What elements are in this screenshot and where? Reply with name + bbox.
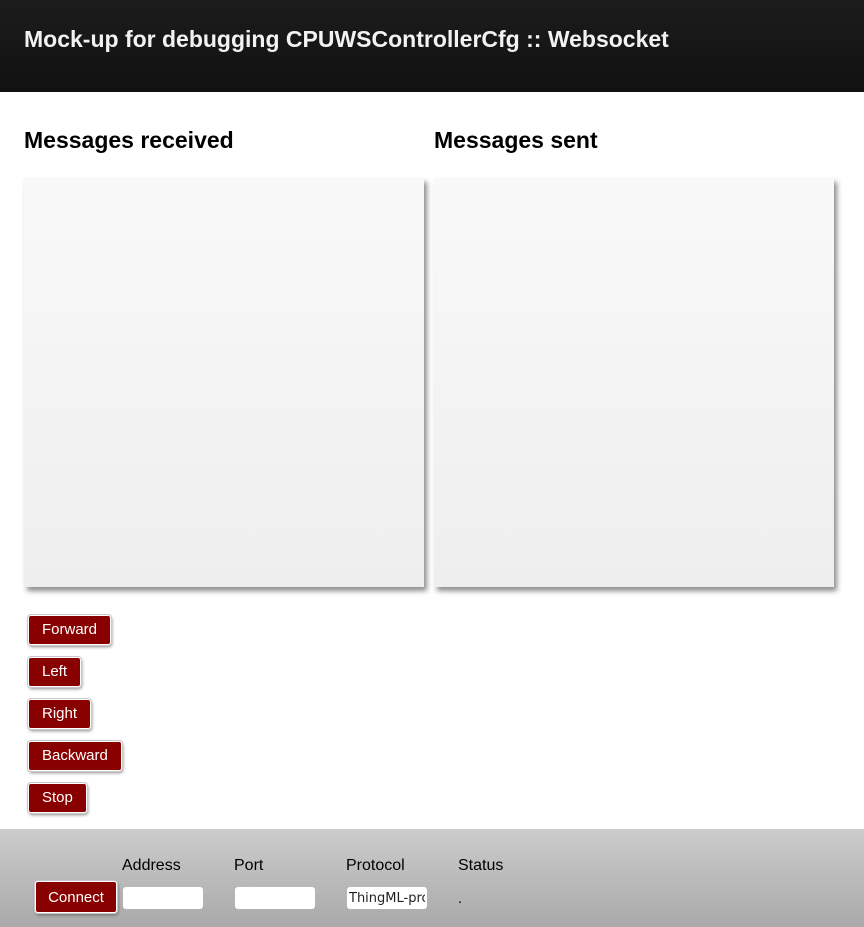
port-label: Port xyxy=(234,857,264,874)
messages-sent-title: Messages sent xyxy=(434,127,598,153)
backward-button[interactable]: Backward xyxy=(28,741,122,771)
page-title: Mock-up for debugging CPUWSControllerCfg… xyxy=(24,26,669,52)
stop-button[interactable]: Stop xyxy=(28,783,87,813)
protocol-label: Protocol xyxy=(346,857,405,874)
messages-sent-panel[interactable] xyxy=(434,178,834,587)
forward-button[interactable]: Forward xyxy=(28,615,112,645)
status-label: Status xyxy=(458,857,504,874)
left-button[interactable]: Left xyxy=(28,657,82,687)
address-input[interactable] xyxy=(123,887,203,909)
right-button[interactable]: Right xyxy=(28,699,92,729)
status-value: . xyxy=(458,890,463,907)
connect-button[interactable]: Connect xyxy=(35,881,117,913)
connection-footer: Connect Address Port Protocol Status . xyxy=(0,829,864,927)
protocol-input[interactable] xyxy=(347,887,427,909)
page-header: Mock-up for debugging CPUWSControllerCfg… xyxy=(0,0,864,92)
messages-received-panel[interactable] xyxy=(24,178,424,587)
port-input[interactable] xyxy=(235,887,315,909)
address-label: Address xyxy=(122,857,181,874)
messages-received-title: Messages received xyxy=(24,127,234,153)
